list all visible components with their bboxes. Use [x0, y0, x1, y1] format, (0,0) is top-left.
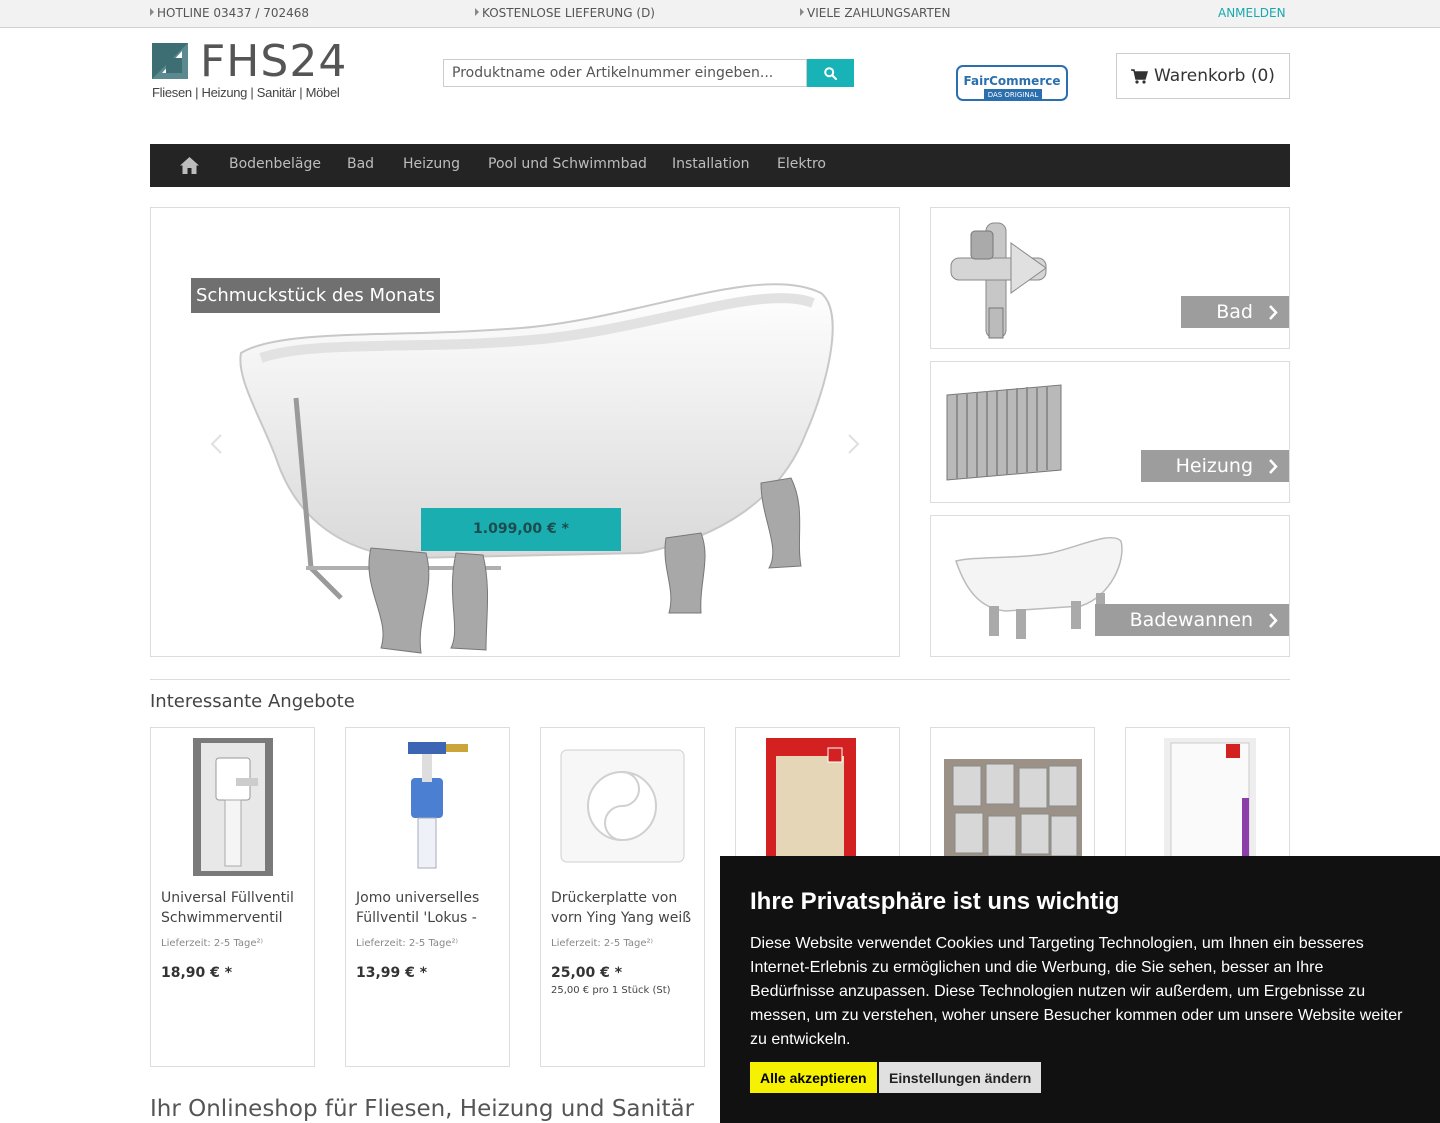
top-info-bar: HOTLINE 03437 / 702468 KOSTENLOSE LIEFER… — [0, 0, 1440, 28]
nav-item-pool[interactable]: Pool und Schwimmbad — [488, 156, 647, 172]
nav-item-bad[interactable]: Bad — [347, 156, 374, 172]
slider-next-icon[interactable] — [847, 433, 861, 455]
home-icon[interactable] — [180, 157, 199, 174]
search-icon — [824, 66, 837, 80]
product-name[interactable]: Universal Füllventil Schwimmerventil — [161, 888, 306, 928]
product-delivery: Lieferzeit: 2-5 Tage²⁾ — [551, 938, 653, 949]
site-logo[interactable]: FHS24 Fliesen | Heizung | Sanitär | Möbe… — [152, 36, 362, 104]
product-card[interactable]: Universal Füllventil Schwimmerventil Lie… — [150, 727, 315, 1067]
search-button[interactable] — [807, 59, 854, 87]
logo-tagline: Fliesen | Heizung | Sanitär | Möbel — [152, 85, 340, 100]
chevron-right-icon — [1269, 305, 1278, 320]
bathtub-image — [239, 283, 834, 654]
angle-valve-icon — [950, 222, 1047, 339]
cookie-consent-banner: Ihre Privatsphäre ist uns wichtig Diese … — [720, 856, 1440, 1123]
product-image-flush-plate — [560, 749, 685, 863]
product-name[interactable]: Jomo universelles Füllventil 'Lokus - — [356, 888, 501, 928]
logo-text: FHS24 — [200, 36, 348, 87]
cart-button[interactable]: Warenkorb (0) — [1116, 53, 1290, 99]
slider-price-button[interactable]: 1.099,00 € * — [421, 508, 621, 551]
nav-item-heizung[interactable]: Heizung — [403, 156, 460, 172]
caret-right-icon — [800, 8, 804, 16]
nav-item-bodenbelaege[interactable]: Bodenbeläge — [229, 156, 321, 172]
nav-item-elektro[interactable]: Elektro — [777, 156, 826, 172]
main-navigation: Bodenbeläge Bad Heizung Pool und Schwimm… — [150, 144, 1290, 187]
radiator-icon — [946, 384, 1062, 481]
faircommerce-sublabel: DAS ORIGINAL — [988, 91, 1039, 99]
caret-right-icon — [150, 8, 154, 16]
hotline-info: HOTLINE 03437 / 702468 — [150, 6, 309, 20]
shopping-cart-icon — [1131, 68, 1149, 84]
change-settings-button[interactable]: Einstellungen ändern — [879, 1062, 1042, 1093]
product-price: 18,90 € * — [161, 965, 233, 981]
faircommerce-label: FairCommerce — [964, 74, 1061, 88]
slider-caption: Schmuckstück des Monats — [191, 278, 440, 313]
faircommerce-logo: FairCommerce DAS ORIGINAL — [956, 65, 1068, 101]
product-card[interactable]: Drückerplatte von vorn Ying Yang weiß Li… — [540, 727, 705, 1067]
product-image-fill-valve-blue — [408, 742, 468, 869]
product-image-fill-valve — [193, 738, 273, 876]
product-name[interactable]: Drückerplatte von vorn Ying Yang weiß — [551, 888, 696, 928]
cart-label: Warenkorb (0) — [1154, 66, 1275, 86]
delivery-info: KOSTENLOSE LIEFERUNG (D) — [475, 6, 655, 20]
product-delivery: Lieferzeit: 2-5 Tage²⁾ — [161, 938, 263, 949]
product-card[interactable]: Jomo universelles Füllventil 'Lokus - Li… — [345, 727, 510, 1067]
product-price: 25,00 € * — [551, 965, 623, 981]
category-tile-heizung[interactable]: Heizung — [930, 361, 1290, 503]
hero-slider[interactable]: Schmuckstück des Monats 1.099,00 € * — [150, 207, 900, 657]
section-divider — [150, 679, 1290, 680]
logo-mark-icon — [152, 43, 188, 79]
login-link[interactable]: ANMELDEN — [1218, 6, 1286, 20]
tile-label-bad[interactable]: Bad — [1181, 296, 1289, 328]
product-unit-price: 25,00 € pro 1 Stück (St) — [551, 985, 671, 996]
category-tile-bad[interactable]: Bad — [930, 207, 1290, 349]
cookie-title: Ihre Privatsphäre ist uns wichtig — [750, 888, 1120, 915]
chevron-right-icon — [1269, 613, 1278, 628]
slider-prev-icon[interactable] — [209, 433, 223, 455]
faircommerce-badge[interactable]: FairCommerce DAS ORIGINAL — [956, 65, 1068, 101]
tile-label-heizung[interactable]: Heizung — [1140, 450, 1289, 482]
tile-label-badewannen[interactable]: Badewannen — [1094, 604, 1289, 636]
product-delivery: Lieferzeit: 2-5 Tage²⁾ — [356, 938, 458, 949]
caret-right-icon — [475, 8, 479, 16]
chevron-right-icon — [1269, 459, 1278, 474]
cookie-text: Diese Website verwendet Cookies und Targ… — [750, 935, 1403, 1048]
product-price: 13,99 € * — [356, 965, 428, 981]
category-tile-badewannen[interactable]: Badewannen — [930, 515, 1290, 657]
nav-item-installation[interactable]: Installation — [672, 156, 750, 172]
accept-all-button[interactable]: Alle akzeptieren — [750, 1062, 877, 1093]
shop-heading: Ihr Onlineshop für Fliesen, Heizung und … — [150, 1096, 695, 1122]
offers-title: Interessante Angebote — [150, 691, 355, 712]
search-input[interactable] — [443, 59, 807, 87]
payment-info: VIELE ZAHLUNGSARTEN — [800, 6, 950, 20]
